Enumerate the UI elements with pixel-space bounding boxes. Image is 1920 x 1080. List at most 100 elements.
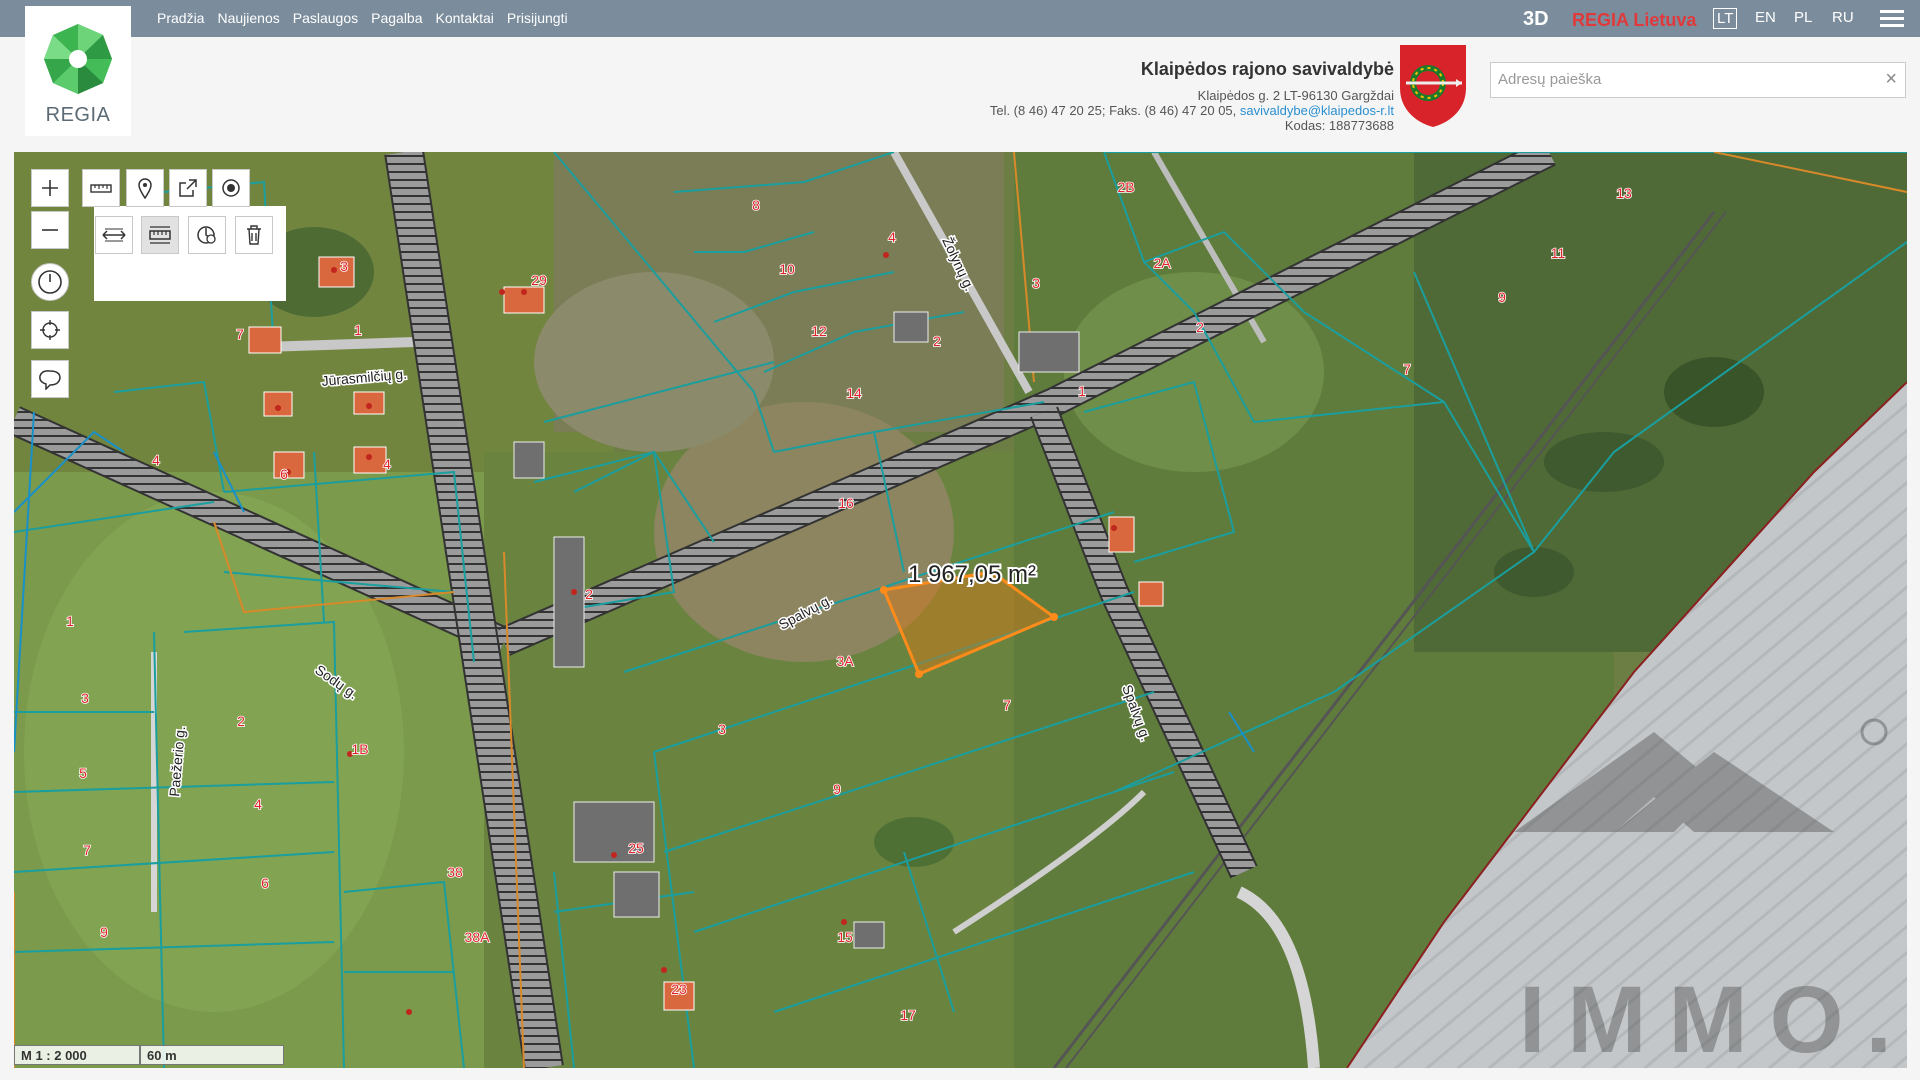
parcel-label: 5 xyxy=(79,765,87,781)
parcel-label: 4 xyxy=(152,452,160,468)
municipality-address: Klaipėdos g. 2 LT-96130 Gargždai xyxy=(1197,88,1394,103)
main-nav: Pradžia Naujienos Paslaugos Pagalba Kont… xyxy=(157,10,568,26)
lang-en[interactable]: EN xyxy=(1752,8,1779,27)
parcel-label: 2B xyxy=(1117,179,1134,195)
measurement-label: 1 967,05 m² xyxy=(908,561,1036,588)
parcel-label: 16 xyxy=(838,495,854,511)
trash-icon xyxy=(247,225,261,245)
clear-measurements-button[interactable] xyxy=(235,216,273,254)
parcel-label: 1 xyxy=(354,322,362,338)
parcel-label: 1B xyxy=(351,741,368,757)
parcel-label: 1 xyxy=(1078,383,1086,399)
lang-ru[interactable]: RU xyxy=(1829,8,1857,27)
parcel-label: 15 xyxy=(837,929,853,945)
municipality-contacts: Tel. (8 46) 47 20 25; Faks. (8 46) 47 20… xyxy=(990,103,1394,118)
parcel-label: 13 xyxy=(1616,185,1632,201)
regia-logo-icon xyxy=(44,24,112,94)
parcel-label: 3 xyxy=(81,690,89,706)
parcel-label: 3A xyxy=(836,653,854,669)
menu-icon[interactable] xyxy=(1880,10,1904,28)
lang-lt[interactable]: LT xyxy=(1713,8,1738,29)
ruler-icon xyxy=(90,184,112,193)
map-view[interactable]: IMMO.LT 1 967,05 m² Jūrasmilčių g. Sodų … xyxy=(14,152,1907,1068)
parcel-label: 3 xyxy=(718,721,726,737)
lasso-icon xyxy=(39,370,61,390)
radio-target-icon xyxy=(222,179,240,197)
nav-item-naujienos[interactable]: Naujienos xyxy=(217,10,279,26)
plus-icon xyxy=(42,180,58,196)
lang-pl[interactable]: PL xyxy=(1791,8,1815,27)
municipality-code: Kodas: 188773688 xyxy=(1284,118,1394,133)
parcel-label: 29 xyxy=(531,272,547,288)
parcel-label: 3 xyxy=(1032,275,1040,291)
map-canvas[interactable]: IMMO.LT 1 967,05 m² Jūrasmilčių g. Sodų … xyxy=(14,152,1907,1068)
parcel-label: 9 xyxy=(1498,289,1506,305)
minus-icon xyxy=(42,229,58,231)
parcel-label: 4 xyxy=(254,796,262,812)
regia-lietuva-link[interactable]: REGIA Lietuva xyxy=(1572,10,1696,31)
crosshair-icon xyxy=(40,320,60,340)
parcel-label: 6 xyxy=(280,466,288,482)
area-select-button[interactable] xyxy=(31,360,69,398)
clear-search-icon[interactable]: × xyxy=(1885,68,1897,91)
parcel-label: 17 xyxy=(900,1007,916,1023)
parcel-label: 1 xyxy=(66,613,74,629)
parcel-label: 6 xyxy=(261,875,269,891)
parcel-label: 7 xyxy=(236,326,244,342)
parcel-label: 7 xyxy=(83,842,91,858)
zoom-out-button[interactable] xyxy=(31,211,69,249)
nav-item-pagalba[interactable]: Pagalba xyxy=(371,10,422,26)
measure-distance-button[interactable] xyxy=(95,216,133,254)
parcel-label: 12 xyxy=(811,323,827,339)
share-button[interactable] xyxy=(169,169,207,207)
parcel-label: 7 xyxy=(1003,697,1011,713)
parcel-label: 4 xyxy=(888,229,896,245)
nav-item-pradzia[interactable]: Pradžia xyxy=(157,10,204,26)
parcel-label: 8 xyxy=(752,197,760,213)
email-link[interactable]: savivaldybe@klaipedos-r.lt xyxy=(1240,103,1394,118)
clock-icon xyxy=(38,270,62,294)
zoom-in-button[interactable] xyxy=(31,169,69,207)
parcel-label: 2 xyxy=(585,586,593,602)
scale-bar: M 1 : 2 000 60 m xyxy=(14,1045,284,1065)
coat-of-arms-icon xyxy=(1400,45,1466,127)
compass-search-icon xyxy=(197,226,216,244)
parcel-label: 9 xyxy=(100,924,108,940)
parcel-label: 38 xyxy=(447,864,463,880)
share-icon xyxy=(179,179,197,197)
place-marker-button[interactable] xyxy=(126,169,164,207)
parcel-label: 7 xyxy=(1403,361,1411,377)
municipality-name: Klaipėdos rajono savivaldybė xyxy=(1140,59,1394,79)
parcel-label: 2 xyxy=(933,333,941,349)
parcel-label: 9 xyxy=(833,781,841,797)
nav-item-prisijungti[interactable]: Prisijungti xyxy=(507,10,568,26)
parcel-label: 38A xyxy=(465,929,491,945)
locate-button[interactable] xyxy=(31,311,69,349)
3d-button[interactable]: 3D xyxy=(1523,8,1549,31)
measure-area-button[interactable] xyxy=(141,216,179,254)
scale-length: 60 m xyxy=(140,1045,284,1065)
measure-button[interactable] xyxy=(82,169,120,207)
logo-text: REGIA xyxy=(45,104,111,126)
parcel-label: 2 xyxy=(237,713,245,729)
area-ruler-icon xyxy=(149,226,171,244)
watermark-text: IMMO.LT xyxy=(1519,967,1907,1068)
address-search: × xyxy=(1490,62,1906,98)
map-pin-icon xyxy=(138,178,152,199)
parcel-label: 14 xyxy=(846,385,862,401)
history-button[interactable] xyxy=(31,263,69,301)
address-search-input[interactable] xyxy=(1491,63,1865,95)
parcel-label: 4 xyxy=(383,456,391,472)
parcel-label: 2 xyxy=(1196,319,1204,335)
distance-icon xyxy=(102,228,126,242)
measure-angle-button[interactable] xyxy=(188,216,226,254)
nav-item-kontaktai[interactable]: Kontaktai xyxy=(436,10,494,26)
parcel-label: 23 xyxy=(671,981,687,997)
nav-item-paslaugos[interactable]: Paslaugos xyxy=(293,10,358,26)
regia-logo[interactable]: REGIA xyxy=(25,6,131,136)
record-button[interactable] xyxy=(212,169,250,207)
scale-ratio: M 1 : 2 000 xyxy=(14,1045,140,1065)
parcel-label: 11 xyxy=(1551,245,1566,261)
parcel-label: 10 xyxy=(779,261,795,277)
parcel-label: 3 xyxy=(340,258,348,274)
